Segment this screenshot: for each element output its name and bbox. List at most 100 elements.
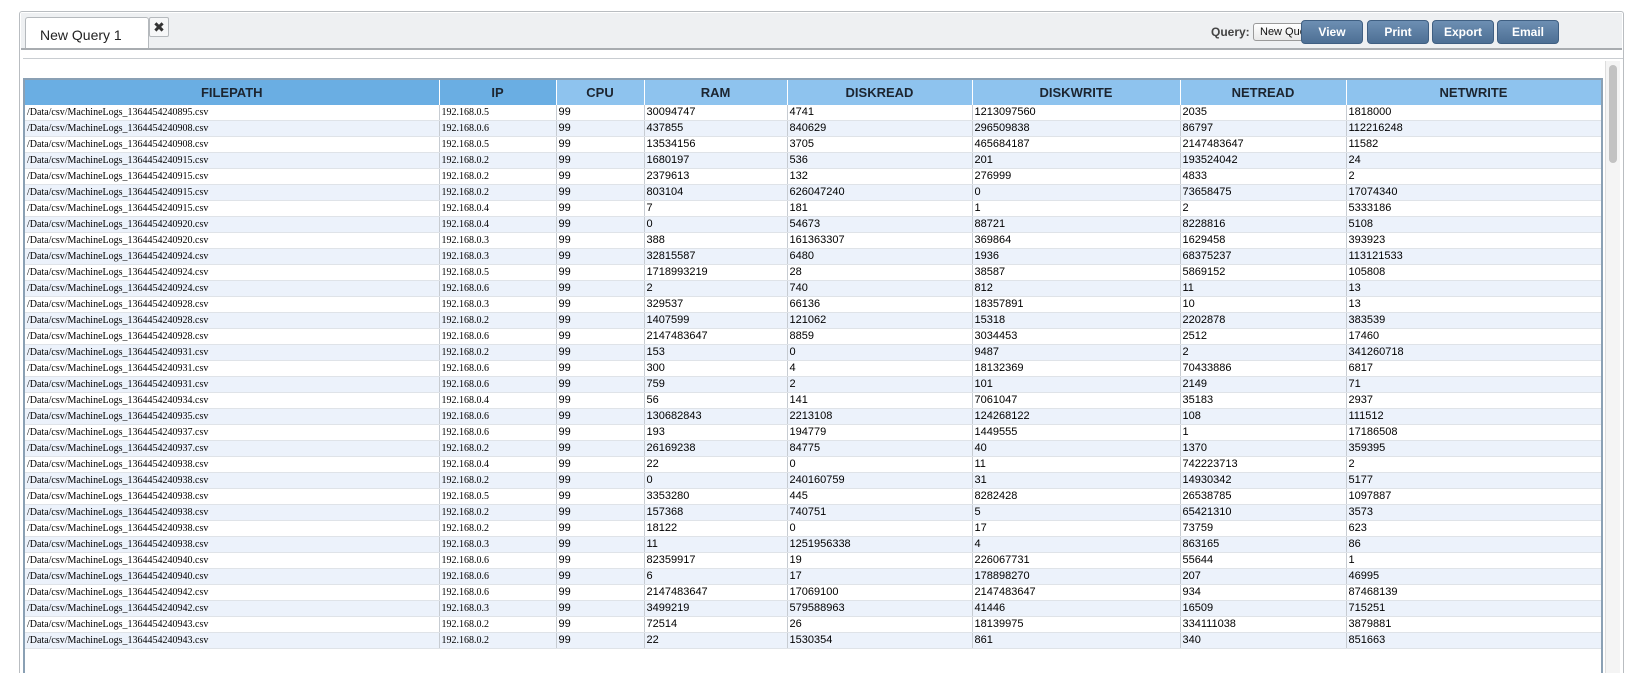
column-header-ram[interactable]: RAM xyxy=(644,78,788,105)
view-button[interactable]: View xyxy=(1301,20,1363,44)
cell-netread: 2 xyxy=(1180,344,1347,361)
cell-diskread: 54673 xyxy=(787,216,973,233)
export-button[interactable]: Export xyxy=(1432,20,1494,44)
table-row[interactable]: /Data/csv/MachineLogs_1364454240937.csv 1… xyxy=(25,424,1601,441)
table-row[interactable]: /Data/csv/MachineLogs_1364454240943.csv 1… xyxy=(25,632,1601,649)
cell-diskread: 194779 xyxy=(787,424,973,441)
table-row[interactable]: /Data/csv/MachineLogs_1364454240928.csv 1… xyxy=(25,312,1601,329)
cell-netread: 108 xyxy=(1180,408,1347,425)
cell-cpu: 99 xyxy=(556,392,645,409)
table-row[interactable]: /Data/csv/MachineLogs_1364454240924.csv 1… xyxy=(25,280,1601,297)
table-row[interactable]: /Data/csv/MachineLogs_1364454240924.csv 1… xyxy=(25,264,1601,281)
vertical-scrollbar[interactable] xyxy=(1605,61,1620,673)
cell-diskread: 2213108 xyxy=(787,408,973,425)
cell-cpu: 99 xyxy=(556,600,645,617)
cell-cpu: 99 xyxy=(556,120,645,137)
table-row[interactable]: /Data/csv/MachineLogs_1364454240915.csv 1… xyxy=(25,200,1601,217)
cell-ram: 13534156 xyxy=(644,136,788,153)
cell-diskread: 161363307 xyxy=(787,232,973,249)
table-row[interactable]: /Data/csv/MachineLogs_1364454240935.csv 1… xyxy=(25,408,1601,425)
table-row[interactable]: /Data/csv/MachineLogs_1364454240938.csv 1… xyxy=(25,488,1601,505)
cell-netwrite: 3879881 xyxy=(1346,616,1601,633)
table-row[interactable]: /Data/csv/MachineLogs_1364454240924.csv 1… xyxy=(25,248,1601,265)
cell-netread: 70433886 xyxy=(1180,360,1347,377)
table-row[interactable]: /Data/csv/MachineLogs_1364454240938.csv 1… xyxy=(25,456,1601,473)
table-row[interactable]: /Data/csv/MachineLogs_1364454240915.csv 1… xyxy=(25,152,1601,169)
cell-netwrite: 5108 xyxy=(1346,216,1601,233)
table-row[interactable]: /Data/csv/MachineLogs_1364454240920.csv 1… xyxy=(25,232,1601,249)
column-header-diskread[interactable]: DISKREAD xyxy=(787,78,973,105)
column-header-ip[interactable]: IP xyxy=(439,78,557,105)
cell-cpu: 99 xyxy=(556,520,645,537)
print-button[interactable]: Print xyxy=(1367,20,1429,44)
cell-filepath: /Data/csv/MachineLogs_1364454240938.csv xyxy=(25,488,440,505)
table-row[interactable]: /Data/csv/MachineLogs_1364454240940.csv 1… xyxy=(25,552,1601,569)
cell-ip: 192.168.0.6 xyxy=(439,584,557,601)
tab-close-icon[interactable]: ✖ xyxy=(149,17,169,37)
email-button[interactable]: Email xyxy=(1497,20,1559,44)
cell-filepath: /Data/csv/MachineLogs_1364454240908.csv xyxy=(25,120,440,137)
cell-cpu: 99 xyxy=(556,296,645,313)
cell-netread: 5869152 xyxy=(1180,264,1347,281)
table-row[interactable]: /Data/csv/MachineLogs_1364454240908.csv 1… xyxy=(25,136,1601,153)
tab-new-query-1[interactable]: New Query 1 xyxy=(25,17,149,48)
cell-ram: 193 xyxy=(644,424,788,441)
scrollbar-thumb[interactable] xyxy=(1609,65,1617,163)
cell-ram: 82359917 xyxy=(644,552,788,569)
table-row[interactable]: /Data/csv/MachineLogs_1364454240928.csv 1… xyxy=(25,328,1601,345)
table-row[interactable]: /Data/csv/MachineLogs_1364454240934.csv 1… xyxy=(25,392,1601,409)
cell-cpu: 99 xyxy=(556,248,645,265)
table-row[interactable]: /Data/csv/MachineLogs_1364454240931.csv 1… xyxy=(25,376,1601,393)
table-row[interactable]: /Data/csv/MachineLogs_1364454240920.csv 1… xyxy=(25,216,1601,233)
cell-netread: 73658475 xyxy=(1180,184,1347,201)
table-row[interactable]: /Data/csv/MachineLogs_1364454240942.csv 1… xyxy=(25,600,1601,617)
table-row[interactable]: /Data/csv/MachineLogs_1364454240931.csv 1… xyxy=(25,344,1601,361)
table-row[interactable]: /Data/csv/MachineLogs_1364454240908.csv 1… xyxy=(25,120,1601,137)
table-row[interactable]: /Data/csv/MachineLogs_1364454240937.csv 1… xyxy=(25,440,1601,457)
cell-netwrite: 623 xyxy=(1346,520,1601,537)
cell-netread: 2202878 xyxy=(1180,312,1347,329)
results-grid: FILEPATH IP CPU RAM DISKREAD DISKWRITE N… xyxy=(23,78,1603,673)
column-header-netread[interactable]: NETREAD xyxy=(1180,78,1347,105)
cell-diskwrite: 296509838 xyxy=(972,120,1181,137)
cell-diskwrite: 11 xyxy=(972,456,1181,473)
cell-cpu: 99 xyxy=(556,152,645,169)
cell-diskread: 4741 xyxy=(787,105,973,121)
cell-diskwrite: 101 xyxy=(972,376,1181,393)
table-row[interactable]: /Data/csv/MachineLogs_1364454240915.csv 1… xyxy=(25,168,1601,185)
cell-netread: 340 xyxy=(1180,632,1347,649)
cell-netread: 207 xyxy=(1180,568,1347,585)
cell-diskread: 740 xyxy=(787,280,973,297)
cell-netwrite: 17074340 xyxy=(1346,184,1601,201)
cell-ram: 26169238 xyxy=(644,440,788,457)
cell-filepath: /Data/csv/MachineLogs_1364454240938.csv xyxy=(25,536,440,553)
table-row[interactable]: /Data/csv/MachineLogs_1364454240938.csv 1… xyxy=(25,472,1601,489)
table-row[interactable]: /Data/csv/MachineLogs_1364454240938.csv 1… xyxy=(25,536,1601,553)
table-row[interactable]: /Data/csv/MachineLogs_1364454240931.csv 1… xyxy=(25,360,1601,377)
cell-ram: 32815587 xyxy=(644,248,788,265)
column-header-netwrite[interactable]: NETWRITE xyxy=(1346,78,1601,105)
column-header-cpu[interactable]: CPU xyxy=(556,78,645,105)
cell-cpu: 99 xyxy=(556,312,645,329)
cell-diskwrite: 17 xyxy=(972,520,1181,537)
table-row[interactable]: /Data/csv/MachineLogs_1364454240942.csv 1… xyxy=(25,584,1601,601)
cell-netread: 863165 xyxy=(1180,536,1347,553)
table-row[interactable]: /Data/csv/MachineLogs_1364454240943.csv 1… xyxy=(25,616,1601,633)
table-row[interactable]: /Data/csv/MachineLogs_1364454240938.csv 1… xyxy=(25,520,1601,537)
cell-diskwrite: 1213097560 xyxy=(972,105,1181,121)
cell-diskread: 132 xyxy=(787,168,973,185)
table-row[interactable]: /Data/csv/MachineLogs_1364454240938.csv 1… xyxy=(25,504,1601,521)
cell-ip: 192.168.0.3 xyxy=(439,248,557,265)
cell-filepath: /Data/csv/MachineLogs_1364454240931.csv xyxy=(25,360,440,377)
cell-ram: 3499219 xyxy=(644,600,788,617)
cell-diskread: 0 xyxy=(787,520,973,537)
table-row[interactable]: /Data/csv/MachineLogs_1364454240940.csv 1… xyxy=(25,568,1601,585)
column-header-diskwrite[interactable]: DISKWRITE xyxy=(972,78,1181,105)
table-row[interactable]: /Data/csv/MachineLogs_1364454240928.csv 1… xyxy=(25,296,1601,313)
cell-netread: 14930342 xyxy=(1180,472,1347,489)
table-row[interactable]: /Data/csv/MachineLogs_1364454240915.csv 1… xyxy=(25,184,1601,201)
table-row[interactable]: /Data/csv/MachineLogs_1364454240895.csv 1… xyxy=(25,105,1601,121)
cell-netread: 2035 xyxy=(1180,105,1347,121)
column-header-filepath[interactable]: FILEPATH xyxy=(25,78,440,105)
cell-ram: 11 xyxy=(644,536,788,553)
